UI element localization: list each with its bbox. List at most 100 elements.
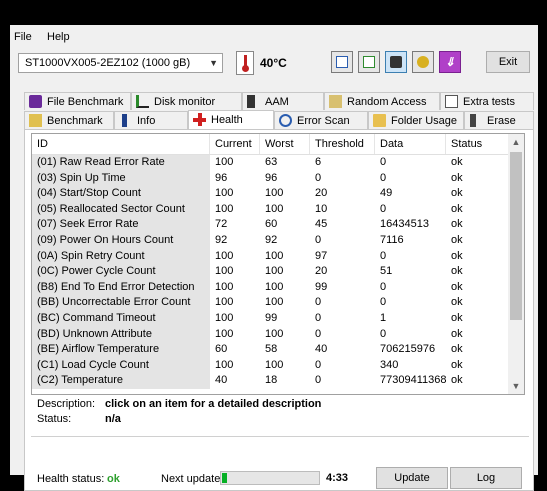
scroll-down-icon[interactable]: ▼ [508, 378, 524, 394]
cell-current: 100 [215, 265, 234, 278]
menu-file[interactable]: File [14, 31, 32, 43]
column-threshold[interactable]: Threshold [310, 134, 375, 154]
cell-status: ok [451, 156, 463, 168]
table-row[interactable]: (05) Reallocated Sector Count 100 100 10 0 ok [32, 201, 510, 218]
progress-fill [222, 473, 227, 483]
cell-data: 0 [380, 296, 387, 309]
cell-id: (C2) Temperature [32, 373, 210, 389]
scrollbar-thumb[interactable] [510, 152, 522, 320]
cell-worst: 100 [265, 265, 284, 278]
table-row[interactable]: (C2) Temperature 40 18 0 77309411368 ok [32, 373, 510, 389]
menu-help[interactable]: Help [47, 31, 70, 43]
tab-benchmark[interactable]: Benchmark [24, 111, 114, 129]
cell-threshold: 0 [315, 234, 322, 246]
tab-random-access[interactable]: Random Access [324, 92, 440, 110]
copy-text-icon [336, 56, 348, 68]
table-row[interactable]: (BC) Command Timeout 100 99 0 1 ok [32, 311, 510, 327]
thermometer-icon [236, 51, 254, 75]
cell-id: (09) Power On Hours Count [32, 233, 210, 249]
cell-threshold: 99 [315, 280, 328, 293]
cell-status: ok [451, 218, 463, 231]
tab-info[interactable]: Info [114, 111, 188, 129]
cell-data: 0 [380, 171, 387, 184]
table-row[interactable]: (B8) End To End Error Detection 100 100 99 0… [32, 279, 510, 296]
cell-worst: 58 [265, 343, 278, 356]
tab-extra-tests[interactable]: Extra tests [440, 92, 534, 110]
download-button[interactable]: ⇓ [439, 51, 461, 73]
log-button[interactable]: Log [450, 467, 522, 489]
file-benchmark-icon [29, 95, 42, 108]
table-row[interactable]: (01) Raw Read Error Rate 100 63 6 0 ok [32, 155, 510, 171]
copy-all-icon [363, 56, 375, 68]
copy-text-button[interactable] [331, 51, 353, 73]
tab-disk-monitor[interactable]: Disk monitor [131, 92, 242, 110]
cell-worst: 100 [265, 358, 284, 371]
cell-worst: 100 [265, 327, 284, 340]
speaker-icon [247, 95, 255, 108]
table-row[interactable]: (07) Seek Error Rate 72 60 45 16434513 ok [32, 217, 510, 233]
description-value: click on an item for a detailed descript… [105, 398, 322, 410]
column-status[interactable]: Status [446, 134, 510, 154]
table-row[interactable]: (BE) Airflow Temperature 60 58 40 706215976 o… [32, 342, 510, 358]
cell-status: ok [451, 358, 463, 371]
next-update-label: Next update: [161, 473, 224, 485]
table-row[interactable]: (0A) Spin Retry Count 100 100 97 0 ok [32, 248, 510, 265]
cell-worst: 100 [265, 249, 284, 262]
tab-health[interactable]: Health [188, 110, 274, 130]
cell-current: 96 [215, 171, 228, 184]
drive-select[interactable]: ST1000VX005-2EZ102 (1000 gB) ▼ [18, 53, 223, 73]
cell-id: (0C) Power Cycle Count [32, 264, 210, 280]
table-row[interactable]: (0C) Power Cycle Count 100 100 20 51 ok [32, 264, 510, 280]
column-data[interactable]: Data [375, 134, 446, 154]
wrench-icon [417, 56, 429, 68]
cell-id: (BC) Command Timeout [32, 311, 210, 327]
screenshot-button[interactable] [385, 51, 407, 73]
tab-folder-usage[interactable]: Folder Usage [368, 111, 464, 129]
table-row[interactable]: (03) Spin Up Time 96 96 0 0 ok [32, 170, 510, 187]
tab-label: Error Scan [297, 115, 350, 127]
column-worst[interactable]: Worst [260, 134, 310, 154]
cell-current: 40 [215, 374, 228, 387]
tab-file-benchmark[interactable]: File Benchmark [24, 92, 131, 110]
tab-label: Folder Usage [391, 115, 458, 127]
exit-button[interactable]: Exit [486, 51, 530, 73]
cell-data: 0 [380, 249, 387, 262]
cell-status: ok [451, 327, 463, 340]
cell-data: 77309411368 [380, 374, 446, 387]
table-row[interactable]: (04) Start/Stop Count 100 100 20 49 ok [32, 186, 510, 202]
cell-worst: 96 [265, 171, 278, 184]
tab-label: Erase [487, 115, 516, 127]
cell-worst: 100 [265, 187, 284, 200]
cell-threshold: 45 [315, 218, 328, 231]
cell-current: 100 [215, 327, 234, 340]
table-row[interactable]: (BD) Unknown Attribute 100 100 0 0 ok [32, 326, 510, 343]
tab-aam[interactable]: AAM [242, 92, 324, 110]
cell-id: (0A) Spin Retry Count [32, 248, 210, 265]
magnifier-icon [279, 114, 292, 127]
table-row[interactable]: (BB) Uncorrectable Error Count 100 100 0 0 ok [32, 295, 510, 311]
smart-table[interactable]: ID Current Worst Threshold Data Status (… [31, 133, 525, 395]
update-button[interactable]: Update [376, 467, 448, 489]
tab-erase[interactable]: Erase [464, 111, 534, 129]
cell-status: ok [451, 234, 463, 246]
cell-data: 0 [380, 202, 387, 215]
tab-label: Benchmark [47, 115, 103, 127]
status-label: Status: [37, 413, 72, 425]
cell-threshold: 6 [315, 156, 322, 168]
cell-threshold: 20 [315, 187, 328, 200]
cell-status: ok [451, 296, 463, 309]
scroll-up-icon[interactable]: ▲ [508, 134, 524, 150]
app-window: File Help ST1000VX005-2EZ102 (1000 gB) ▼… [10, 25, 538, 491]
copy-all-button[interactable] [358, 51, 380, 73]
vertical-scrollbar[interactable]: ▲ ▼ [508, 134, 524, 394]
cell-id: (07) Seek Error Rate [32, 217, 210, 233]
options-button[interactable] [412, 51, 434, 73]
document-icon [445, 95, 458, 108]
table-row[interactable]: (09) Power On Hours Count 92 92 0 7116 ok [32, 233, 510, 249]
column-id[interactable]: ID [32, 134, 210, 154]
tab-error-scan[interactable]: Error Scan [274, 111, 368, 129]
cell-data: 340 [380, 358, 399, 371]
column-current[interactable]: Current [210, 134, 260, 154]
table-row[interactable]: (C1) Load Cycle Count 100 100 0 340 ok [32, 357, 510, 374]
cell-status: ok [451, 249, 463, 262]
